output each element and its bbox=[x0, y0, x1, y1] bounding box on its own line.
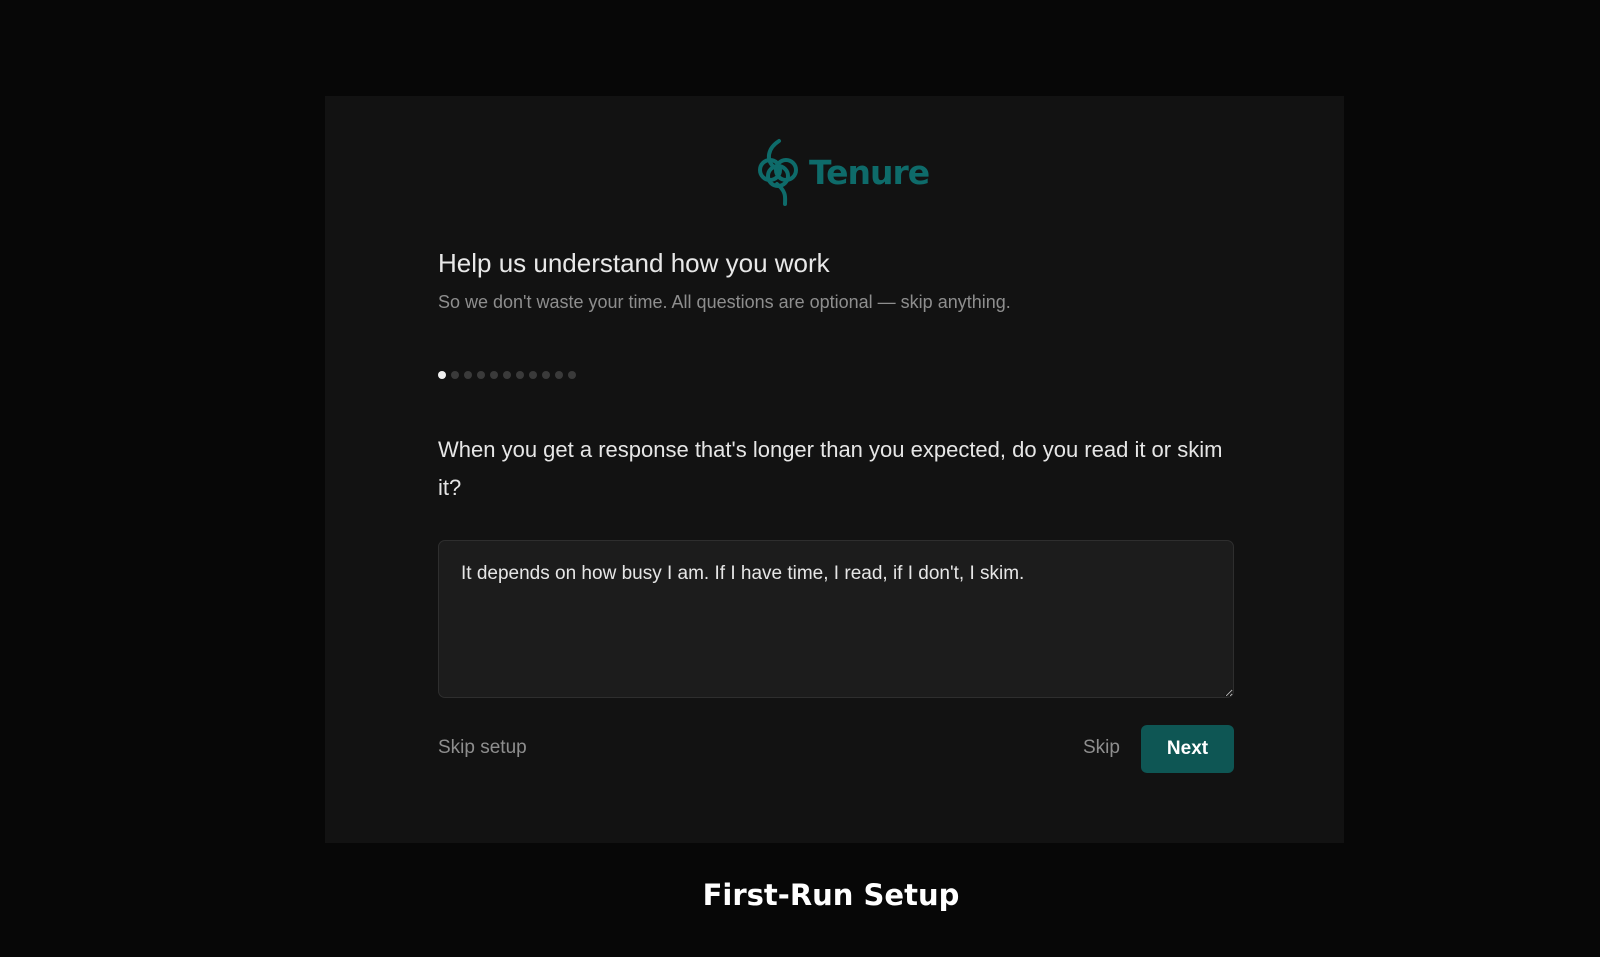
logo: Tenure bbox=[753, 138, 930, 206]
progress-dot bbox=[451, 371, 459, 379]
page-title: Help us understand how you work bbox=[438, 248, 830, 278]
progress-dot bbox=[464, 371, 472, 379]
setup-card: Tenure Help us understand how you work S… bbox=[325, 96, 1344, 843]
next-button[interactable]: Next bbox=[1141, 725, 1234, 773]
progress-dot bbox=[568, 371, 576, 379]
progress-dot bbox=[438, 371, 446, 379]
skip-button[interactable]: Skip bbox=[1083, 737, 1120, 759]
progress-dot bbox=[477, 371, 485, 379]
skip-setup-link[interactable]: Skip setup bbox=[438, 737, 527, 759]
progress-dot bbox=[490, 371, 498, 379]
progress-dots bbox=[438, 371, 576, 379]
screen-caption: First-Run Setup bbox=[702, 878, 960, 912]
progress-dot bbox=[516, 371, 524, 379]
progress-dot bbox=[503, 371, 511, 379]
tenure-knot-icon bbox=[753, 138, 803, 206]
progress-dot bbox=[555, 371, 563, 379]
page-subtitle: So we don't waste your time. All questio… bbox=[438, 292, 1011, 312]
progress-dot bbox=[542, 371, 550, 379]
answer-textarea[interactable] bbox=[438, 540, 1234, 698]
progress-dot bbox=[529, 371, 537, 379]
logo-text: Tenure bbox=[809, 152, 930, 192]
question-text: When you get a response that's longer th… bbox=[438, 437, 1223, 500]
